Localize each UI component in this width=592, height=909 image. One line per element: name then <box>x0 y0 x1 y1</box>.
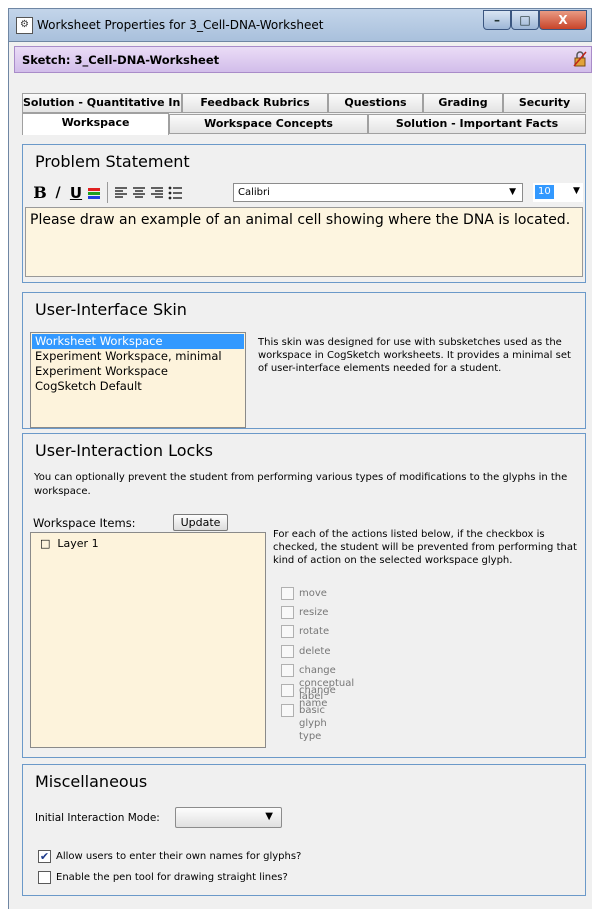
chevron-down-icon: ▼ <box>573 186 580 196</box>
bullet-list-icon[interactable] <box>167 185 183 201</box>
font-family-value: Calibri <box>238 187 270 198</box>
problem-statement-panel: Problem Statement B / U Calibri ▼ 10 ▼ P… <box>22 144 586 283</box>
lock-icon[interactable] <box>573 51 587 67</box>
problem-statement-textarea[interactable]: Please draw an example of an animal cell… <box>25 207 583 277</box>
sketch-bar: Sketch: 3_Cell-DNA-Worksheet <box>14 46 592 73</box>
lock-label: move <box>299 588 327 599</box>
lock-checkbox[interactable] <box>281 664 294 677</box>
list-item[interactable]: □ Layer 1 <box>40 537 99 550</box>
chevron-down-icon: ▼ <box>509 187 516 197</box>
tab-workspace-concepts[interactable]: Workspace Concepts <box>169 114 368 134</box>
lock-checkbox[interactable] <box>281 625 294 638</box>
tab-workspace[interactable]: Workspace <box>22 113 169 135</box>
list-item[interactable]: Experiment Workspace, minimal <box>32 349 244 364</box>
tab-grading[interactable]: Grading <box>423 93 503 113</box>
font-size-value: 10 <box>535 185 554 199</box>
workspace-items-label: Workspace Items: <box>33 516 136 530</box>
pen-tool-label: Enable the pen tool for drawing straight… <box>56 872 288 883</box>
ui-skin-panel: User-Interface Skin Worksheet Workspace … <box>22 292 586 429</box>
lock-checkbox[interactable] <box>281 704 294 717</box>
bold-button[interactable]: B <box>33 185 47 201</box>
tab-solution-important-facts[interactable]: Solution - Important Facts <box>368 114 586 134</box>
lock-checkbox[interactable] <box>281 645 294 658</box>
text-color-icon[interactable] <box>87 186 101 200</box>
lock-checkbox[interactable] <box>281 684 294 697</box>
tab-solution-quantitative-ink[interactable]: Solution - Quantitative Ink <box>22 93 182 113</box>
skin-listbox[interactable]: Worksheet Workspace Experiment Workspace… <box>30 332 246 428</box>
lock-label: delete <box>299 646 331 657</box>
italic-button[interactable]: / <box>51 185 65 201</box>
close-button[interactable]: X <box>539 10 587 30</box>
tab-feedback-rubrics[interactable]: Feedback Rubrics <box>182 93 328 113</box>
window-title: Worksheet Properties for 3_Cell-DNA-Work… <box>37 18 324 32</box>
miscellaneous-panel: Miscellaneous Initial Interaction Mode: … <box>22 764 586 896</box>
align-left-icon[interactable] <box>113 185 129 201</box>
skin-description: This skin was designed for use with subs… <box>258 337 571 374</box>
allow-user-names-label: Allow users to enter their own names for… <box>56 851 302 862</box>
expand-icon[interactable]: □ <box>40 537 50 550</box>
locks-description: You can optionally prevent the student f… <box>34 472 568 497</box>
tab-security[interactable]: Security <box>503 93 586 113</box>
update-button[interactable]: Update <box>173 514 228 531</box>
list-item[interactable]: Experiment Workspace <box>32 364 244 379</box>
tab-questions[interactable]: Questions <box>328 93 423 113</box>
ui-skin-title: User-Interface Skin <box>35 300 187 319</box>
allow-user-names-checkbox[interactable]: ✔ <box>38 850 51 863</box>
lock-label: resize <box>299 607 329 618</box>
list-item[interactable]: Worksheet Workspace <box>32 334 244 349</box>
interaction-locks-panel: User-Interaction Locks You can optionall… <box>22 433 586 758</box>
interaction-locks-title: User-Interaction Locks <box>35 441 213 460</box>
layer-label: Layer 1 <box>57 537 99 550</box>
window-title-bar[interactable]: ⚙ Worksheet Properties for 3_Cell-DNA-Wo… <box>8 8 592 42</box>
lock-label: rotate <box>299 626 330 637</box>
chevron-down-icon: ▼ <box>265 811 273 822</box>
sketch-name-label: Sketch: 3_Cell-DNA-Worksheet <box>22 53 220 67</box>
minimize-button[interactable]: – <box>483 10 511 30</box>
maximize-button[interactable]: □ <box>511 10 539 30</box>
toolbar-separator <box>107 182 108 203</box>
underline-button[interactable]: U <box>69 185 83 201</box>
workspace-items-list[interactable]: □ Layer 1 <box>30 532 266 748</box>
lock-label: basic glyph type <box>299 705 327 742</box>
app-icon: ⚙ <box>16 17 33 34</box>
interaction-mode-select[interactable]: ▼ <box>175 807 282 828</box>
miscellaneous-title: Miscellaneous <box>35 772 148 791</box>
problem-statement-title: Problem Statement <box>35 152 190 171</box>
font-family-select[interactable]: Calibri ▼ <box>233 183 523 202</box>
font-size-select[interactable]: 10 ▼ <box>533 183 583 202</box>
pen-tool-checkbox[interactable] <box>38 871 51 884</box>
lock-checkbox[interactable] <box>281 606 294 619</box>
interaction-mode-label: Initial Interaction Mode: <box>35 812 160 824</box>
list-item[interactable]: CogSketch Default <box>32 379 244 394</box>
align-center-icon[interactable] <box>131 185 147 201</box>
lock-checkbox-description: For each of the actions listed below, if… <box>273 529 577 566</box>
align-right-icon[interactable] <box>149 185 165 201</box>
lock-checkbox[interactable] <box>281 587 294 600</box>
